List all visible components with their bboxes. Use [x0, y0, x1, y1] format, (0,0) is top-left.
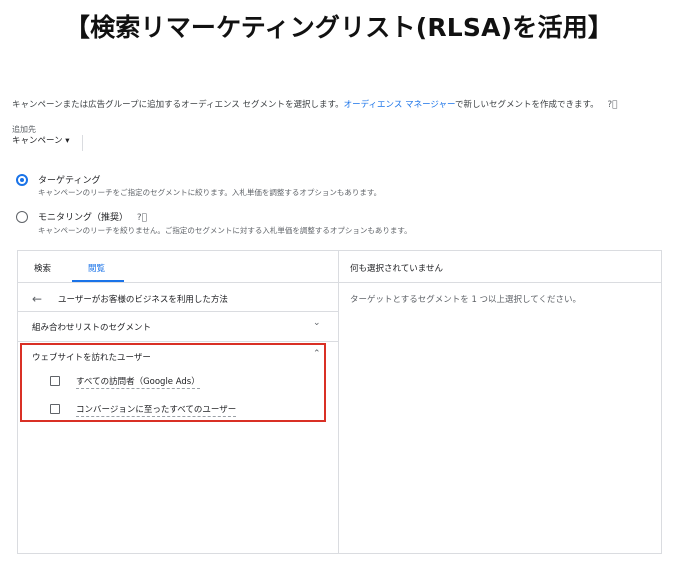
selection-hint: ターゲットとするセグメントを 1 つ以上選択してください。	[350, 295, 582, 305]
intro-text: キャンペーンまたは広告グループに追加するオーディエンス セグメントを選択します。	[12, 100, 344, 110]
row-divider	[17, 311, 338, 312]
row-divider	[17, 341, 338, 342]
help-icon[interactable]: ?⃝	[137, 213, 147, 223]
intro-text-after: で新しいセグメントを作成できます。	[455, 100, 599, 110]
back-title: ユーザーがお客様のビジネスを利用した方法	[58, 295, 228, 305]
right-header-divider	[339, 282, 661, 283]
add-to-dropdown[interactable]: キャンペーン ▾	[12, 135, 83, 151]
observation-radio[interactable]	[16, 211, 28, 223]
help-icon[interactable]: ?⃝	[607, 100, 617, 110]
highlight-box	[20, 343, 326, 422]
intro-description: キャンペーンまたは広告グループに追加するオーディエンス セグメントを選択します。…	[12, 98, 618, 110]
targeting-radio[interactable]	[16, 174, 28, 186]
tab-browse[interactable]: 閲覧	[88, 262, 105, 274]
tab-divider	[17, 282, 338, 283]
tab-search[interactable]: 検索	[34, 262, 51, 274]
targeting-title: ターゲティング	[38, 176, 101, 186]
combined-segments-row[interactable]: 組み合わせリストのセグメント	[32, 321, 151, 333]
targeting-subtitle: キャンペーンのリーチをご指定のセグメントに絞ります。入札単価を調整するオプション…	[38, 188, 382, 197]
add-to-label: 追加先	[12, 125, 36, 134]
observation-title: モニタリング（推奨） ?⃝	[38, 210, 147, 223]
observation-title-text: モニタリング（推奨）	[38, 213, 129, 223]
arrow-back-icon[interactable]: ←	[32, 292, 42, 306]
audience-manager-link[interactable]: オーディエンス マネージャー	[344, 100, 455, 110]
panel-divider	[338, 250, 339, 554]
page-title: 【検索リマーケティングリスト(RLSA)を活用】	[64, 13, 614, 42]
observation-subtitle: キャンペーンのリーチを絞りません。ご指定のセグメントに対する入札単価を調整するオ…	[38, 226, 412, 235]
selection-header: 何も選択されていません	[350, 264, 443, 274]
chevron-down-icon[interactable]: ⌄	[313, 318, 321, 328]
